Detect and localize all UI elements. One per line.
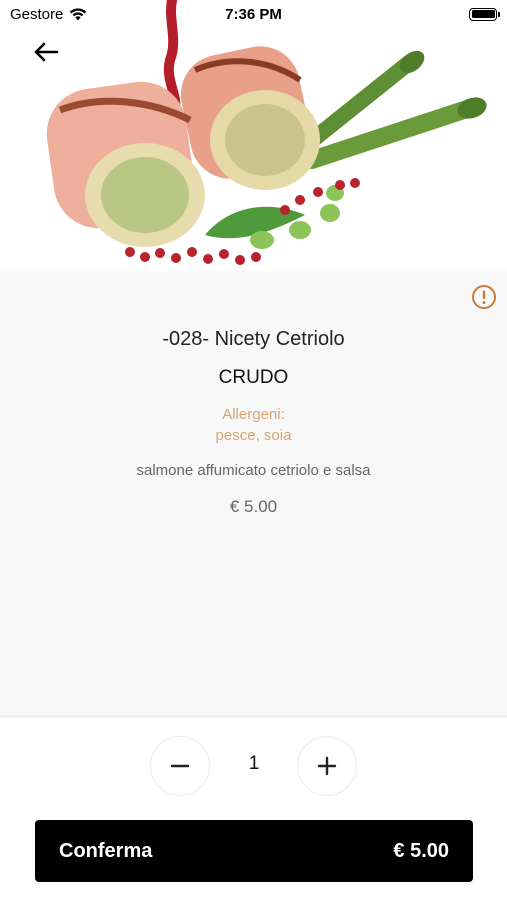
minus-icon: [170, 764, 190, 768]
product-details: -028- Nicety Cetriolo CRUDO Allergeni: p…: [0, 271, 507, 717]
product-price: € 5.00: [229, 497, 278, 516]
allergen-list: pesce, soia: [215, 427, 292, 444]
arrow-left-icon: [34, 42, 59, 62]
confirm-price: € 5.00: [393, 839, 449, 862]
product-category: CRUDO: [218, 367, 289, 388]
product-image: [0, 0, 507, 271]
sushi-roll-photo: [46, 0, 487, 265]
roll-front: [46, 81, 205, 247]
product-name: -028- Nicety Cetriolo: [162, 328, 345, 350]
quantity-stepper: 1: [0, 736, 507, 796]
asparagus-graphic: [292, 50, 487, 169]
product-description: salmone affumicato cetriolo e salsa: [136, 462, 371, 479]
status-left: Gestore: [10, 6, 87, 23]
battery-fill: [471, 10, 495, 18]
battery-icon: [469, 7, 500, 21]
info-icon: [472, 285, 496, 309]
status-bar: Gestore 7:36 PM: [0, 0, 507, 28]
back-button[interactable]: [28, 36, 64, 68]
confirm-label: Conferma: [59, 839, 153, 862]
confirm-button[interactable]: Conferma € 5.00: [35, 820, 473, 882]
quantity-value: 1: [248, 753, 260, 774]
increase-quantity-button[interactable]: [297, 736, 357, 796]
allergen-info-button[interactable]: [471, 284, 497, 310]
allergen-label: Allergeni:: [222, 406, 285, 423]
wifi-icon: [70, 7, 87, 20]
carrier-label: Gestore: [10, 5, 64, 23]
status-time: 7:36 PM: [225, 5, 282, 23]
plus-icon: [317, 756, 337, 776]
decrease-quantity-button[interactable]: [150, 736, 210, 796]
